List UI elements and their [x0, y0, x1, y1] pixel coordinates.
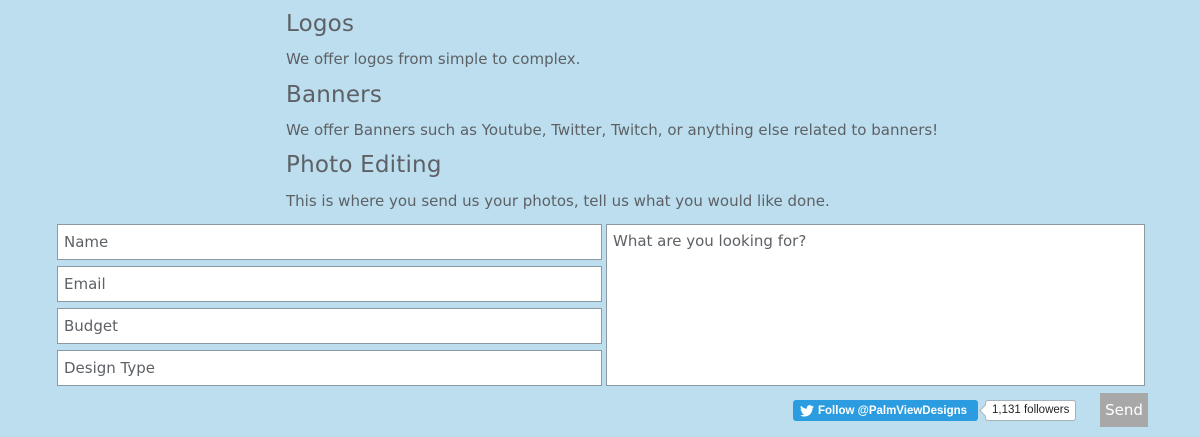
section-desc-banners: We offer Banners such as Youtube, Twitte… — [286, 121, 939, 139]
name-field[interactable] — [57, 224, 602, 260]
section-desc-logos: We offer logos from simple to complex. — [286, 50, 581, 68]
followers-count-label: 1,131 followers — [992, 404, 1070, 416]
send-button[interactable]: Send — [1100, 393, 1148, 427]
twitter-follow-label: Follow @PalmViewDesigns — [818, 404, 968, 417]
budget-field[interactable] — [57, 308, 602, 344]
section-title-photo-editing: Photo Editing — [286, 152, 442, 178]
section-title-banners: Banners — [286, 82, 383, 108]
twitter-bird-icon — [800, 404, 814, 417]
followers-count-badge[interactable]: 1,131 followers — [985, 400, 1077, 421]
section-desc-photo-editing: This is where you send us your photos, t… — [286, 192, 830, 210]
message-textarea[interactable] — [606, 224, 1145, 386]
design-type-field[interactable] — [57, 350, 602, 386]
email-field[interactable] — [57, 266, 602, 302]
twitter-follow-button[interactable]: Follow @PalmViewDesigns — [793, 400, 978, 421]
section-title-logos: Logos — [286, 11, 355, 37]
